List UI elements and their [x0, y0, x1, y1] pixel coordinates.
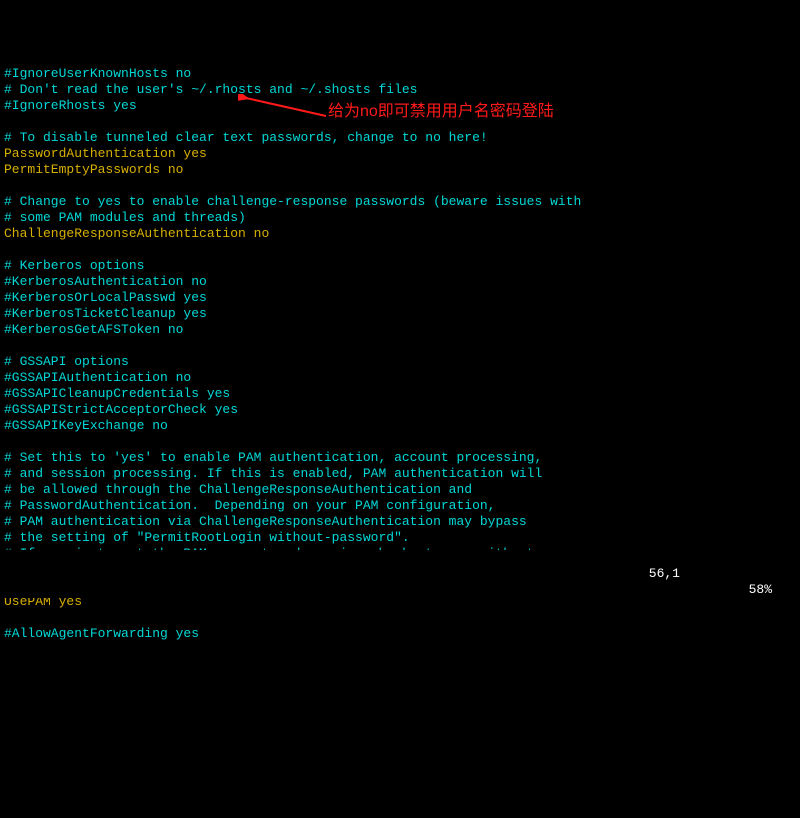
config-line: # be allowed through the ChallengeRespon… [4, 482, 796, 498]
config-line: # GSSAPI options [4, 354, 796, 370]
config-line: ChallengeResponseAuthentication no [4, 226, 796, 242]
config-line [4, 242, 796, 258]
cursor-position: 56,1 [649, 566, 680, 582]
annotation-text: 给为no即可禁用用户名密码登陆 [328, 104, 554, 120]
config-line [4, 434, 796, 450]
config-line: # Kerberos options [4, 258, 796, 274]
scroll-percent: 58% [749, 582, 772, 598]
config-line [4, 178, 796, 194]
config-line: # Change to yes to enable challenge-resp… [4, 194, 796, 210]
config-line: # PAM authentication via ChallengeRespon… [4, 514, 796, 530]
config-line: #KerberosTicketCleanup yes [4, 306, 796, 322]
config-line: PermitEmptyPasswords no [4, 162, 796, 178]
config-line: #GSSAPIStrictAcceptorCheck yes [4, 402, 796, 418]
config-line: # PasswordAuthentication. Depending on y… [4, 498, 796, 514]
config-line: PasswordAuthentication yes [4, 146, 796, 162]
config-line: # and session processing. If this is ena… [4, 466, 796, 482]
config-line [4, 338, 796, 354]
config-line [4, 610, 796, 626]
config-line: # Set this to 'yes' to enable PAM authen… [4, 450, 796, 466]
config-line: #AllowAgentForwarding yes [4, 626, 796, 642]
config-line: #KerberosAuthentication no [4, 274, 796, 290]
config-line: # Don't read the user's ~/.rhosts and ~/… [4, 82, 796, 98]
config-line: #GSSAPICleanupCredentials yes [4, 386, 796, 402]
config-line: #KerberosGetAFSToken no [4, 322, 796, 338]
config-line: #GSSAPIKeyExchange no [4, 418, 796, 434]
config-line: # the setting of "PermitRootLogin withou… [4, 530, 796, 546]
config-line: #GSSAPIAuthentication no [4, 370, 796, 386]
config-line: #KerberosOrLocalPasswd yes [4, 290, 796, 306]
config-line: # some PAM modules and threads) [4, 210, 796, 226]
vim-status-bar: 56,1 58% [0, 550, 800, 598]
config-line: #IgnoreUserKnownHosts no [4, 66, 796, 82]
config-line: # To disable tunneled clear text passwor… [4, 130, 796, 146]
